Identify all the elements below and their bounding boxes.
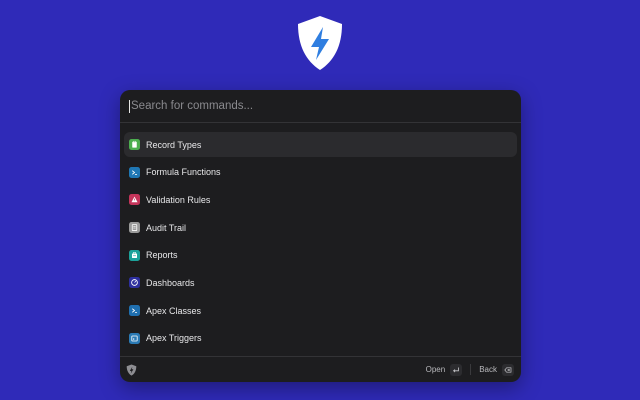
command-label: Validation Rules [146, 194, 211, 205]
text-caret [129, 99, 130, 113]
dashboards-icon [129, 277, 140, 289]
formula-functions-icon [129, 166, 140, 178]
shield-bolt-logo-icon [298, 16, 342, 70]
footer-divider [470, 364, 472, 375]
command-label: Apex Triggers [146, 333, 202, 344]
command-label: Formula Functions [146, 167, 221, 178]
palette-footer: Open Back [120, 356, 521, 382]
command-item-formula-functions[interactable]: Formula Functions [124, 160, 517, 185]
validation-rules-icon [129, 194, 140, 206]
command-item-reports[interactable]: Reports [124, 243, 517, 268]
back-action-button[interactable]: Back [479, 363, 514, 376]
command-label: Apex Classes [146, 305, 202, 316]
command-label: Reports [146, 250, 178, 261]
command-item-dashboards[interactable]: Dashboards [124, 270, 517, 295]
apex-classes-icon [129, 305, 140, 317]
shield-bolt-small-icon [126, 364, 137, 376]
command-item-apex-classes[interactable]: Apex Classes [124, 298, 517, 323]
command-list: Record Types Formula Functions Validatio… [124, 132, 517, 354]
command-label: Audit Trail [146, 222, 187, 233]
command-label: Dashboards [146, 277, 195, 288]
enter-key-icon [450, 363, 463, 376]
command-item-apex-triggers[interactable]: Apex Triggers [124, 326, 517, 351]
open-action-button[interactable]: Open [425, 363, 463, 376]
audit-trail-icon [129, 222, 140, 234]
back-label: Back [479, 365, 497, 374]
app-stage: Record Types Formula Functions Validatio… [0, 0, 640, 400]
record-types-icon [129, 139, 140, 150]
apex-triggers-icon [129, 332, 140, 344]
command-item-validation-rules[interactable]: Validation Rules [124, 187, 517, 212]
command-label: Record Types [146, 139, 202, 150]
reports-icon [129, 249, 140, 261]
command-palette: Record Types Formula Functions Validatio… [120, 90, 521, 382]
delete-key-icon [502, 363, 514, 376]
search-input[interactable] [131, 100, 491, 112]
command-item-record-types[interactable]: Record Types [124, 132, 517, 157]
search-bar [120, 90, 521, 123]
command-item-audit-trail[interactable]: Audit Trail [124, 215, 517, 240]
open-label: Open [425, 365, 446, 374]
